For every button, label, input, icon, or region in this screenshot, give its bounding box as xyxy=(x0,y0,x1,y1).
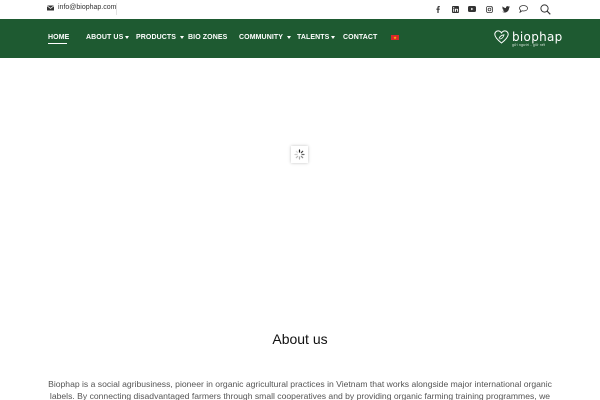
about-heading: About us xyxy=(272,331,328,347)
nav-item-about-us[interactable]: ABOUT US xyxy=(86,34,130,41)
mail-icon xyxy=(46,5,55,11)
nav-item-label: ABOUT US xyxy=(86,34,124,41)
instagram-icon[interactable] xyxy=(481,3,497,15)
linkedin-icon[interactable] xyxy=(447,3,463,15)
nav-item-label: TALENTS xyxy=(297,34,330,41)
caret-down-icon xyxy=(287,36,292,39)
chat-bubble-icon[interactable] xyxy=(515,3,531,15)
nav-item-home[interactable]: HOME xyxy=(48,34,69,41)
vietnam-flag-icon[interactable]: ★ xyxy=(391,35,399,40)
active-indicator xyxy=(48,43,67,44)
facebook-icon[interactable] xyxy=(430,3,446,15)
site-logo[interactable]: biophap gửi người - giữ nết xyxy=(494,30,563,49)
twitter-icon[interactable] xyxy=(498,3,514,15)
logo-brand: biophap xyxy=(512,30,563,45)
youtube-icon[interactable] xyxy=(464,3,480,15)
logo-tagline: gửi người - giữ nết xyxy=(512,43,546,48)
nav-item-label: HOME xyxy=(48,34,70,41)
logo-wordmark: biophap gửi người - giữ nết xyxy=(512,31,563,48)
caret-down-icon xyxy=(180,36,185,39)
hero-slider xyxy=(0,58,600,308)
heart-leaf-icon xyxy=(494,30,509,49)
caret-down-icon xyxy=(331,36,336,39)
nav-item-contact[interactable]: CONTACT xyxy=(343,34,377,41)
nav-item-products[interactable]: PRODUCTS xyxy=(136,34,185,41)
nav-item-label: CONTACT xyxy=(343,34,378,41)
nav-item-talents[interactable]: TALENTS xyxy=(297,34,336,41)
social-links xyxy=(429,3,553,15)
loading-spinner-icon xyxy=(291,146,308,163)
email-contact[interactable]: info@biophap.com xyxy=(46,4,116,11)
nav-item-label: BIO ZONES xyxy=(188,34,228,41)
about-description: Biophap is a social agribusiness, pionee… xyxy=(48,379,552,400)
divider xyxy=(116,3,117,15)
email-text[interactable]: info@biophap.com xyxy=(58,4,116,11)
top-bar: info@biophap.com xyxy=(0,0,600,19)
nav-item-label: COMMUNITY xyxy=(239,34,284,41)
nav-item-bio-zones[interactable]: BIO ZONES xyxy=(188,34,227,41)
nav-item-label: PRODUCTS xyxy=(136,34,177,41)
nav-item-community[interactable]: COMMUNITY xyxy=(239,34,292,41)
search-icon[interactable] xyxy=(537,3,553,15)
caret-down-icon xyxy=(125,36,130,39)
